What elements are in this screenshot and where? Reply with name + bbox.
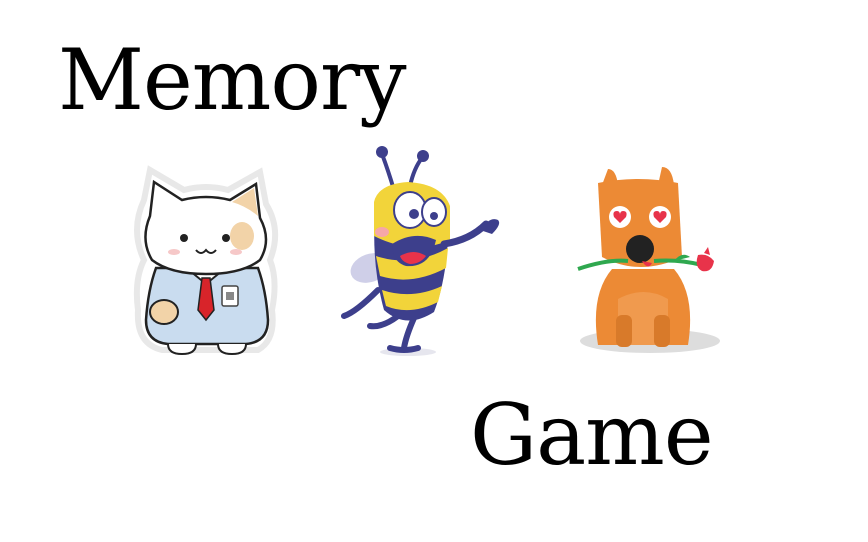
title-word-memory: Memory: [58, 31, 407, 129]
bee-character-icon: [330, 140, 520, 365]
dog-character-icon: [558, 165, 728, 365]
cat-character-icon: [122, 160, 290, 360]
title-word-game: Game: [470, 386, 714, 484]
